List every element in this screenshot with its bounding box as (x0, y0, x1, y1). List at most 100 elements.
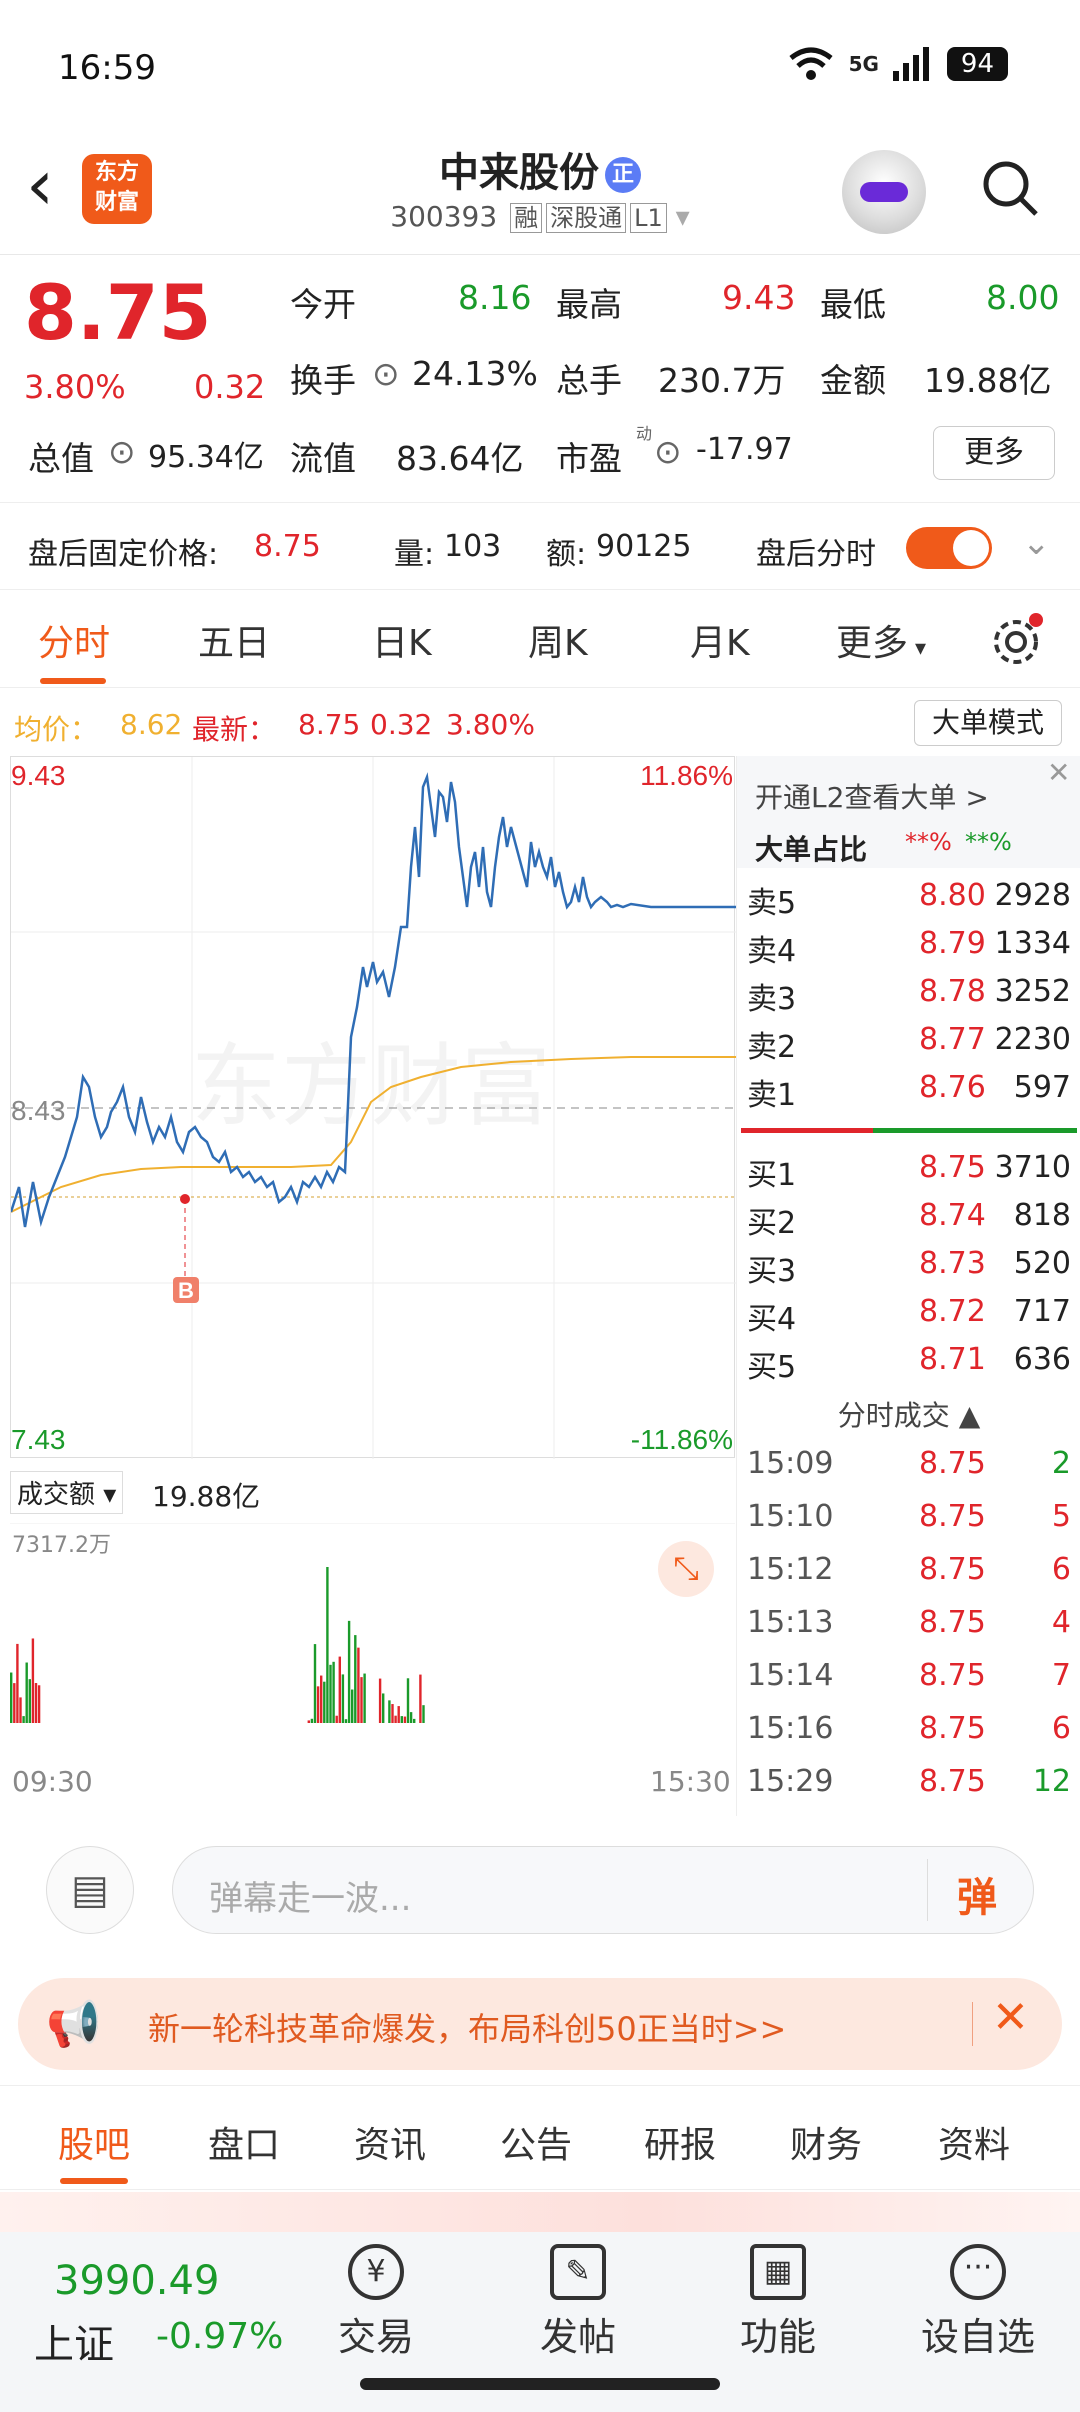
grid-icon: ▦ (750, 2244, 806, 2300)
volume-bar (13, 1683, 16, 1723)
tab-finance[interactable]: 财务 (790, 2116, 862, 2168)
volume-bar (341, 1674, 345, 1723)
ask-volume: 2928 (994, 878, 1071, 913)
tab-news[interactable]: 资讯 (354, 2116, 426, 2168)
info-icon[interactable]: ⊙ (108, 432, 136, 471)
high-label: 最高 (556, 285, 622, 324)
nav-functions[interactable]: ▦ 功能 (708, 2244, 848, 2361)
home-indicator[interactable] (360, 2378, 720, 2390)
volume-bar (316, 1686, 320, 1723)
trade-time: 15:12 (747, 1552, 834, 1587)
volume-bar (378, 1678, 382, 1723)
info-icon[interactable]: ⊙ (654, 432, 682, 471)
volume-start-time: 09:30 (12, 1765, 93, 1798)
bid-price: 8.72 (919, 1294, 986, 1329)
volume-bar (313, 1644, 317, 1723)
after-hours-toggle[interactable] (906, 527, 992, 569)
more-button[interactable]: 更多 (933, 426, 1055, 480)
bottom-nav: 3990.49 上证 -0.97% ¥ 交易 ✎ 发帖 ▦ 功能 ··· 设自选 (0, 2232, 1080, 2412)
nav-trade[interactable]: ¥ 交易 (306, 2244, 446, 2361)
trade-price: 8.75 (919, 1499, 986, 1534)
close-icon[interactable]: ✕ (992, 1992, 1029, 2043)
trade-price: 8.75 (919, 1552, 986, 1587)
tab-forum[interactable]: 股吧 (58, 2116, 130, 2168)
tab-research[interactable]: 研报 (644, 2116, 716, 2168)
tab-orderbook[interactable]: 盘口 (208, 2116, 280, 2168)
avg-label: 均价： (14, 713, 99, 746)
volume-total: 19.88亿 (152, 1480, 261, 1513)
tab-more[interactable]: 更多 ▾ (836, 614, 926, 666)
index-ticker[interactable]: 3990.49 上证 -0.97% (20, 2242, 290, 2372)
tab-monthly-k[interactable]: 月K (690, 614, 750, 666)
after-hours-amt-label: 额: (546, 537, 587, 572)
search-icon[interactable] (980, 158, 1040, 218)
volume-bar (332, 1661, 335, 1723)
nav-post[interactable]: ✎ 发帖 (508, 2244, 648, 2361)
quote-panel: 8.75 3.80% 0.32 今开 8.16 最高 9.43 最低 8.00 … (0, 256, 1080, 501)
intraday-chart[interactable]: 东方财富 B 9.43 11.86% 8.43 7.43 -11.86% (9, 756, 736, 1459)
info-icon[interactable]: ⊙ (372, 354, 400, 393)
chevron-down-icon[interactable]: ⌄ (1022, 523, 1051, 563)
close-icon[interactable]: ✕ (1047, 756, 1070, 789)
volume-selector-label: 成交额 (17, 1480, 96, 1510)
network-label: 5G (848, 52, 879, 76)
danmu-input[interactable]: 弹幕走一波... 弹 (172, 1846, 1034, 1934)
tab-intraday[interactable]: 分时 (38, 614, 110, 666)
tab-announcements[interactable]: 公告 (500, 2116, 572, 2168)
big-order-mode-button[interactable]: 大单模式 (914, 700, 1062, 746)
watermark: 东方财富 (191, 1037, 551, 1137)
volume-bar (16, 1643, 19, 1723)
ask-row: 卖5 8.80 2928 (747, 878, 1071, 926)
ratio-bar-red (741, 1128, 873, 1133)
trade-price: 8.75 (919, 1711, 986, 1746)
ask-price: 8.77 (919, 1022, 986, 1057)
ask-price: 8.76 (919, 1070, 986, 1105)
nav-watchlist[interactable]: ··· 设自选 (908, 2244, 1048, 2361)
price-legend: 均价： 8.62 最新： 8.75 0.32 3.80% 大单模式 (0, 690, 1080, 750)
trades-title[interactable]: 分时成交 ▲ (737, 1394, 1080, 1434)
tab-5day[interactable]: 五日 (198, 614, 270, 666)
float-value: 83.64亿 (396, 439, 524, 478)
gear-icon[interactable] (990, 612, 1046, 668)
volume-end-time: 15:30 (650, 1765, 731, 1798)
assistant-avatar[interactable] (842, 150, 926, 234)
volume-bar (347, 1620, 351, 1723)
trade-time: 15:10 (747, 1499, 834, 1534)
trade-row: 15:12 8.75 6 (747, 1552, 1071, 1600)
low-label: 最低 (820, 285, 886, 324)
more-icon: ··· (950, 2244, 1006, 2300)
volume-bar (394, 1715, 397, 1723)
tag-margin: 融 (510, 203, 543, 233)
expand-icon[interactable]: ⤡ (658, 1541, 714, 1597)
after-hours-vol: 103 (444, 529, 502, 564)
tab-profile[interactable]: 资料 (938, 2116, 1010, 2168)
tab-daily-k[interactable]: 日K (372, 614, 432, 666)
tab-weekly-k[interactable]: 周K (528, 614, 588, 666)
nav-trade-label: 交易 (337, 2315, 414, 2359)
float-label: 流值 (290, 439, 356, 478)
volume-bar (397, 1706, 400, 1723)
chevron-down-icon[interactable]: ▾ (676, 200, 690, 233)
tab-indicator (40, 678, 106, 684)
ask-price: 8.78 (919, 974, 986, 1009)
sort-up-icon: ▲ (958, 1399, 981, 1432)
turnover-value: 24.13% (412, 354, 538, 393)
trade-price: 8.75 (919, 1658, 986, 1693)
l2-link[interactable]: 开通L2查看大单 > (755, 776, 989, 816)
volume-bar (344, 1719, 348, 1723)
danmu-send-button[interactable]: 弹 (957, 1865, 997, 1923)
danmu-settings-icon[interactable]: ▤ (46, 1846, 134, 1934)
big-order-label: 大单占比 (755, 833, 868, 866)
low-value: 8.00 (986, 278, 1060, 317)
ask-label: 卖2 (747, 1030, 797, 1065)
promo-banner[interactable]: 📢 新一轮科技革命爆发，布局科创50正当时>> ✕ (18, 1978, 1062, 2070)
bid-volume: 818 (1013, 1198, 1071, 1233)
index-name: 上证 (34, 2322, 114, 2368)
order-book: 开通L2查看大单 > ✕ 大单占比 **% **% 卖5 8.80 2928 卖4 8… (736, 756, 1080, 1816)
volume-selector[interactable]: 成交额 ▾ (10, 1471, 124, 1514)
content-tabs: 股吧 盘口 资讯 公告 研报 财务 资料 (0, 2085, 1080, 2190)
trade-time: 15:13 (747, 1605, 834, 1640)
bid-price: 8.74 (919, 1198, 986, 1233)
stock-code: 300393 (390, 200, 498, 233)
ask-row: 卖1 8.76 597 (747, 1070, 1071, 1118)
